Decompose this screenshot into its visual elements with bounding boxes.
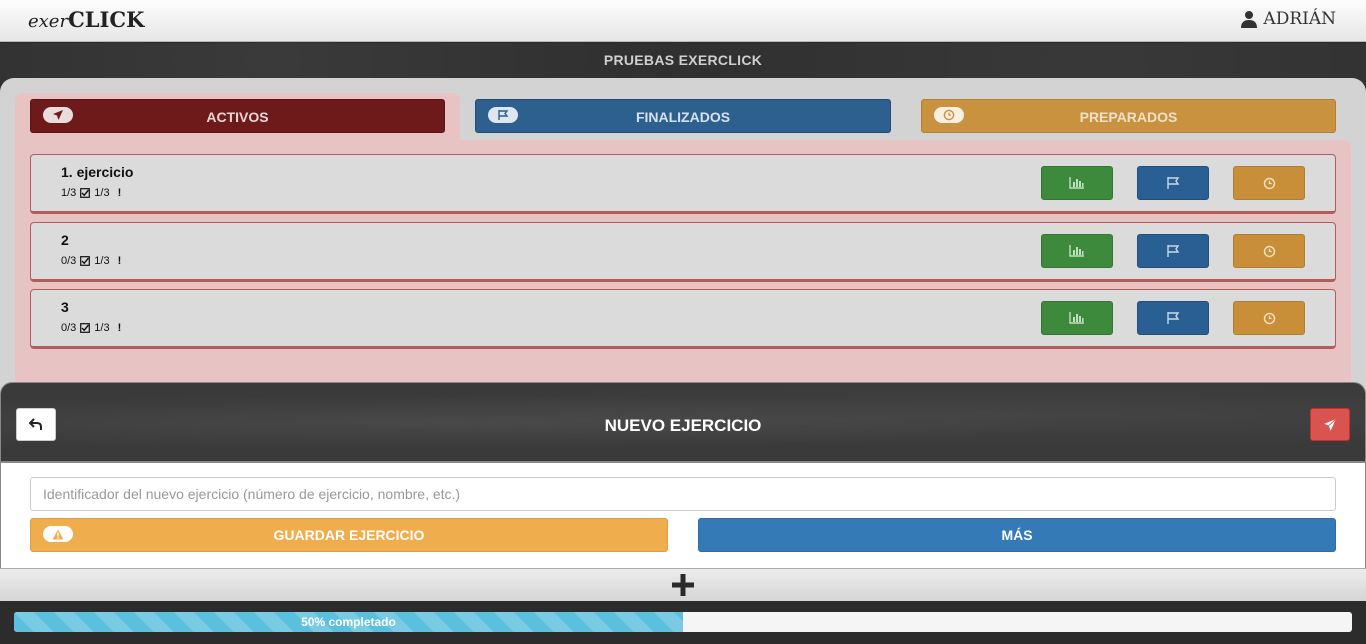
save-exercise-button[interactable]: GUARDAR EJERCICIO [30,518,668,552]
user-menu[interactable]: ADRIÁN [1241,9,1336,29]
exercise-row[interactable]: 1. ejercicio 1/3 1/3 ! [30,154,1336,214]
app-logo[interactable]: exerCLICK [28,7,144,32]
stats-button[interactable] [1041,301,1113,335]
logo-text-exer: exer [28,11,69,32]
stats-button[interactable] [1041,166,1113,200]
progress-bar: 50% completado [14,612,1352,632]
user-icon [1241,11,1258,28]
tab-activos[interactable]: ACTIVOS [30,99,445,133]
paper-plane-icon [43,107,73,123]
add-exercise-bar[interactable] [0,568,1366,601]
alert-count: 1/3 [94,322,110,334]
exclamation-icon: ! [117,322,122,334]
user-name: ADRIÁN [1263,9,1336,29]
flag-icon [1167,245,1180,257]
progress-label: 50% completado [301,615,396,629]
chart-icon [1069,312,1084,324]
alert-count: 1/3 [94,187,110,199]
new-exercise-title: NUEVO EJERCICIO [604,416,762,435]
schedule-button[interactable] [1233,166,1305,200]
exercise-title: 2 [61,232,69,248]
send-button[interactable] [1310,408,1350,441]
exclamation-icon: ! [117,255,122,267]
more-button[interactable]: MÁS [698,518,1336,552]
chart-icon [1069,245,1084,257]
flag-icon [1167,177,1180,189]
more-label: MÁS [1001,527,1033,543]
exercise-row[interactable]: 3 0/3 1/3 ! [30,289,1336,349]
back-button[interactable] [16,408,56,441]
finish-button[interactable] [1137,234,1209,268]
paper-plane-icon [1324,418,1337,431]
exercise-title: 3 [61,299,69,315]
finish-button[interactable] [1137,166,1209,200]
flag-icon [1167,312,1180,324]
chart-icon [1069,177,1084,189]
warning-icon [43,526,73,542]
exercise-id-input[interactable] [30,477,1336,511]
schedule-button[interactable] [1233,301,1305,335]
alert-count: 1/3 [94,255,110,267]
tab-preparados[interactable]: PREPARADOS [921,99,1336,133]
check-square-icon [80,188,91,198]
undo-arrow-icon [29,418,42,430]
plus-icon [672,574,694,596]
page-title: PRUEBAS EXERCLICK [0,43,1366,83]
exercise-stats: 0/3 1/3 ! [61,255,121,267]
finish-button[interactable] [1137,301,1209,335]
tab-finalizados[interactable]: FINALIZADOS [475,99,891,133]
exclamation-icon: ! [117,187,122,199]
clock-icon [1263,245,1275,257]
done-count: 0/3 [61,322,77,334]
clock-icon [934,107,964,123]
done-count: 0/3 [61,255,77,267]
tab-label: FINALIZADOS [635,109,731,125]
exercise-stats: 1/3 1/3 ! [61,187,121,199]
flag-icon [488,107,518,123]
schedule-button[interactable] [1233,234,1305,268]
stats-button[interactable] [1041,234,1113,268]
done-count: 1/3 [61,187,77,199]
logo-text-click: CLICK [68,7,145,32]
exercise-title: 1. ejercicio [61,164,134,180]
exercise-stats: 0/3 1/3 ! [61,322,121,334]
tab-label: PREPARADOS [1079,109,1178,125]
check-square-icon [80,256,91,266]
progress-fill: 50% completado [14,612,683,632]
check-square-icon [80,323,91,333]
clock-icon [1263,177,1275,189]
save-exercise-label: GUARDAR EJERCICIO [273,527,425,543]
exercise-row[interactable]: 2 0/3 1/3 ! [30,222,1336,282]
clock-icon [1263,312,1275,324]
top-bar: exerCLICK ADRIÁN [0,0,1366,42]
tab-label: ACTIVOS [206,109,269,125]
